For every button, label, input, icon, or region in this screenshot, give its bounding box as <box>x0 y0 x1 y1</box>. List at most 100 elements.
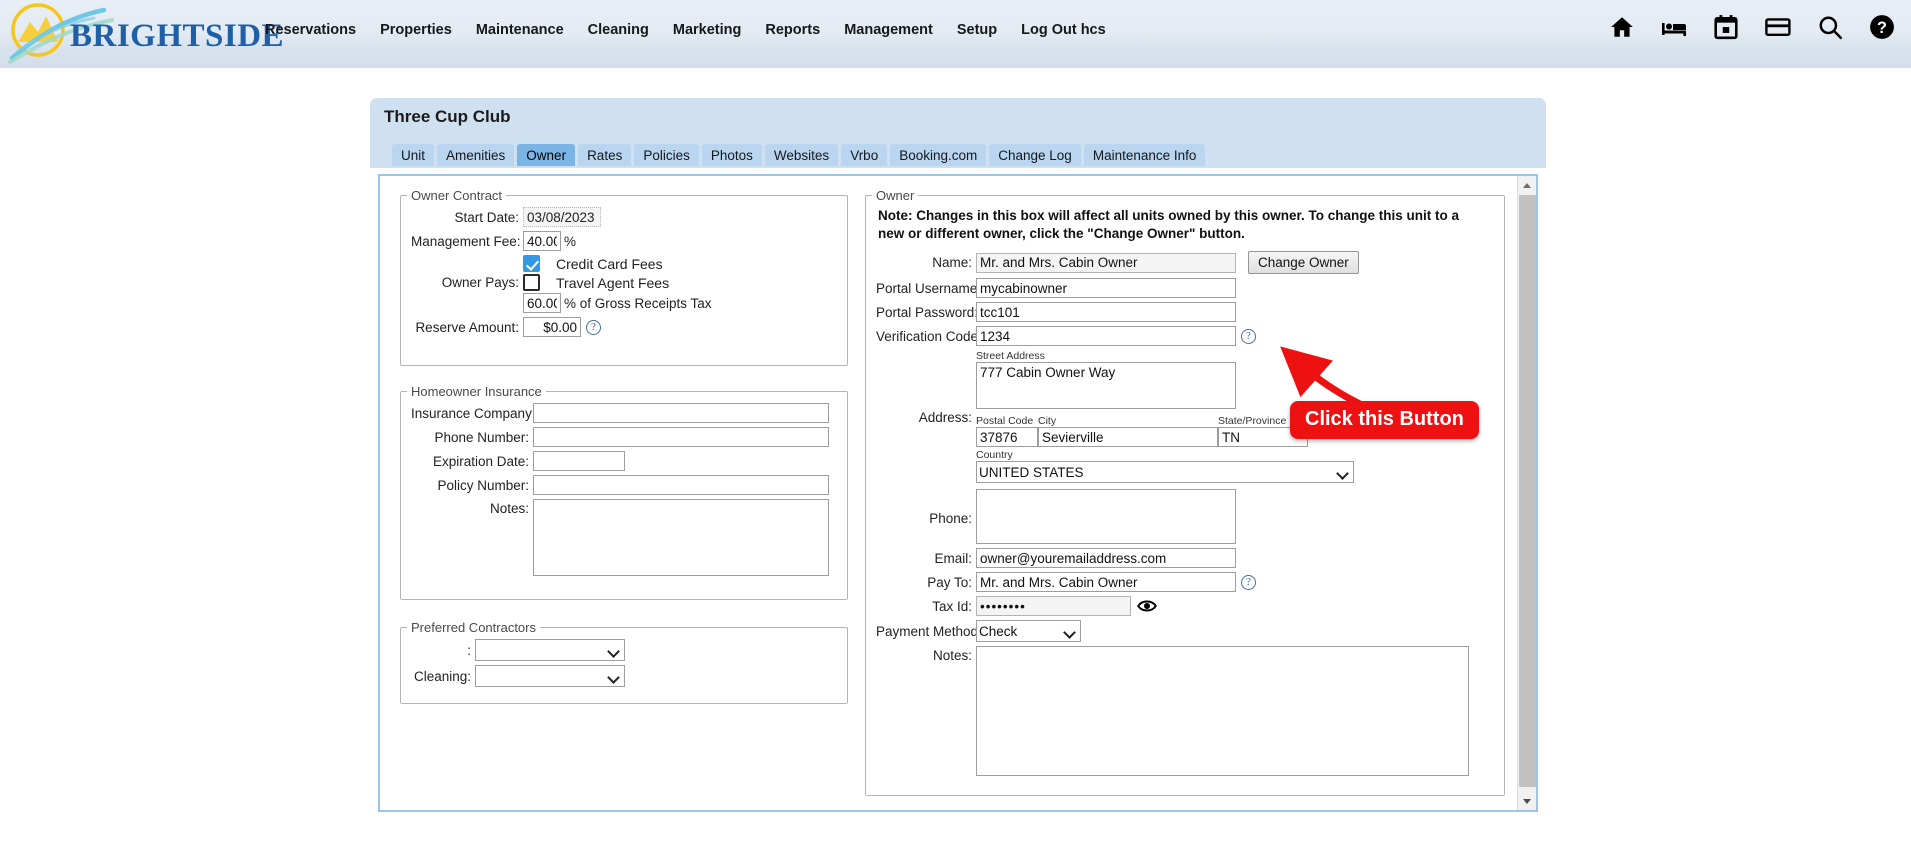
insurance-policy-row: Policy Number: <box>411 475 837 495</box>
insurance-notes-textarea[interactable] <box>533 499 829 576</box>
search-icon[interactable] <box>1817 14 1843 40</box>
bed-icon[interactable] <box>1661 14 1687 40</box>
nav-item-maintenance[interactable]: Maintenance <box>476 22 564 38</box>
portal-password-input[interactable] <box>976 302 1236 323</box>
tab-change-log[interactable]: Change Log <box>989 143 1081 166</box>
insurance-company-input[interactable] <box>533 403 829 423</box>
start-date-row: Start Date: <box>411 207 837 227</box>
payment-method-select[interactable]: Check <box>976 620 1081 643</box>
reserve-amount-input[interactable] <box>523 317 581 337</box>
portal-username-input[interactable] <box>976 278 1236 299</box>
owner-contract-legend: Owner Contract <box>411 188 503 203</box>
verification-code-label: Verification Code: <box>876 328 982 344</box>
tab-websites[interactable]: Websites <box>764 143 839 166</box>
tab-policies[interactable]: Policies <box>634 143 699 166</box>
owner-note: Note: Changes in this box will affect al… <box>878 208 1460 242</box>
content-vertical-scrollbar[interactable] <box>1517 176 1536 810</box>
nav-item-logout[interactable]: Log Out hcs <box>1021 22 1106 38</box>
scroll-down-button[interactable] <box>1518 793 1536 810</box>
portal-username-row: Portal Username: <box>876 278 1494 299</box>
nav-item-reservations[interactable]: Reservations <box>265 22 356 38</box>
gross-receipts-input[interactable] <box>523 293 561 313</box>
insurance-phone-input[interactable] <box>533 427 829 447</box>
credit-card-fees-checkbox[interactable] <box>523 255 540 272</box>
credit-card-fees-row: Credit Card Fees <box>411 255 837 272</box>
nav-item-properties[interactable]: Properties <box>380 22 452 38</box>
tab-booking-com[interactable]: Booking.com <box>890 143 987 166</box>
travel-agent-fees-row: Owner Pays: Travel Agent Fees <box>411 274 837 291</box>
insurance-phone-row: Phone Number: <box>411 427 837 447</box>
owner-tab-content: Owner Contract Start Date: Management Fe… <box>378 174 1538 812</box>
nav-item-management[interactable]: Management <box>844 22 933 38</box>
owner-phone-label: Phone: <box>929 511 972 527</box>
insurance-expiration-row: Expiration Date: <box>411 451 837 471</box>
gross-receipts-suffix: % of Gross Receipts Tax <box>564 295 712 311</box>
tab-rates[interactable]: Rates <box>578 143 632 166</box>
preferred-contractors-legend: Preferred Contractors <box>411 620 536 635</box>
postal-code-input[interactable] <box>976 427 1038 448</box>
reserve-amount-label: Reserve Amount: <box>415 319 519 335</box>
owner-payment-method-label: Payment Method: <box>876 623 982 639</box>
owner-notes-row: Notes: <box>876 646 1494 777</box>
app-header: BRIGHTSIDE Reservations Properties Maint… <box>0 0 1911 68</box>
pay-to-help-icon[interactable]: ? <box>1241 574 1256 590</box>
owner-notes-textarea[interactable] <box>976 646 1469 777</box>
show-tax-id-eye-icon[interactable] <box>1137 598 1157 614</box>
verification-code-input[interactable] <box>976 326 1236 347</box>
nav-item-cleaning[interactable]: Cleaning <box>588 22 649 38</box>
insurance-notes-label: Notes: <box>489 501 529 516</box>
tab-photos[interactable]: Photos <box>701 143 762 166</box>
address-label: Address: <box>918 410 972 426</box>
calendar-icon[interactable] <box>1713 14 1739 40</box>
contractor-cleaning-row: Cleaning: <box>411 665 837 687</box>
insurance-expiration-input[interactable] <box>533 451 625 471</box>
home-icon[interactable] <box>1609 14 1635 40</box>
scrollbar-thumb[interactable] <box>1519 195 1536 787</box>
tab-bar: Unit Amenities Owner Rates Policies Phot… <box>370 138 1546 166</box>
owner-phone-textarea[interactable] <box>976 489 1236 545</box>
brand-logo[interactable]: BRIGHTSIDE <box>8 0 284 68</box>
nav-item-setup[interactable]: Setup <box>957 22 997 38</box>
street-address-textarea[interactable]: 777 Cabin Owner Way <box>976 362 1236 410</box>
city-input[interactable] <box>1038 427 1218 448</box>
tab-owner[interactable]: Owner <box>517 143 576 166</box>
travel-agent-fees-checkbox[interactable] <box>523 274 540 291</box>
tab-maintenance-info[interactable]: Maintenance Info <box>1083 143 1206 166</box>
portal-password-label: Portal Password: <box>876 304 979 320</box>
chevron-down-icon <box>1523 799 1531 804</box>
tab-unit[interactable]: Unit <box>392 143 435 166</box>
owner-tax-id-row: Tax Id: <box>876 596 1494 617</box>
owner-name-input[interactable] <box>976 252 1236 273</box>
svg-text:?: ? <box>1877 19 1887 37</box>
tab-vrbo[interactable]: Vrbo <box>841 143 888 166</box>
panel-body: Owner Contract Start Date: Management Fe… <box>370 166 1546 818</box>
homeowner-insurance-section: Homeowner Insurance Insurance Company: P… <box>400 384 848 600</box>
postal-code-minilabel: Postal Code <box>976 415 1034 428</box>
contractor-first-select[interactable] <box>475 639 625 661</box>
contractor-cleaning-select[interactable] <box>475 665 625 687</box>
nav-item-reports[interactable]: Reports <box>765 22 820 38</box>
owner-name-label: Name: <box>932 255 972 271</box>
owner-pay-to-input[interactable] <box>976 572 1236 593</box>
help-icon[interactable]: ? <box>1869 14 1895 40</box>
owner-email-row: Email: <box>876 548 1494 569</box>
payment-method-select-wrap: Check <box>976 620 1081 643</box>
main-navigation: Reservations Properties Maintenance Clea… <box>265 22 1106 38</box>
nav-item-marketing[interactable]: Marketing <box>673 22 742 38</box>
reserve-amount-help-icon[interactable]: ? <box>586 319 601 335</box>
annotation-callout: Click this Button <box>1290 401 1479 439</box>
owner-section: Owner Note: Changes in this box will aff… <box>865 188 1505 796</box>
scroll-up-button[interactable] <box>1518 176 1536 193</box>
credit-card-icon[interactable] <box>1765 14 1791 40</box>
insurance-policy-input[interactable] <box>533 475 829 495</box>
owner-email-input[interactable] <box>976 548 1236 569</box>
owner-pay-to-label: Pay To: <box>927 574 972 590</box>
start-date-input[interactable] <box>523 207 601 227</box>
change-owner-button[interactable]: Change Owner <box>1248 251 1359 275</box>
tab-amenities[interactable]: Amenities <box>437 143 515 166</box>
owner-tax-id-input[interactable] <box>976 596 1131 617</box>
owner-notes-label: Notes: <box>932 648 972 664</box>
management-fee-input[interactable] <box>523 231 561 251</box>
management-fee-label: Management Fee: <box>411 233 521 249</box>
insurance-notes-row: Notes: <box>411 499 837 576</box>
